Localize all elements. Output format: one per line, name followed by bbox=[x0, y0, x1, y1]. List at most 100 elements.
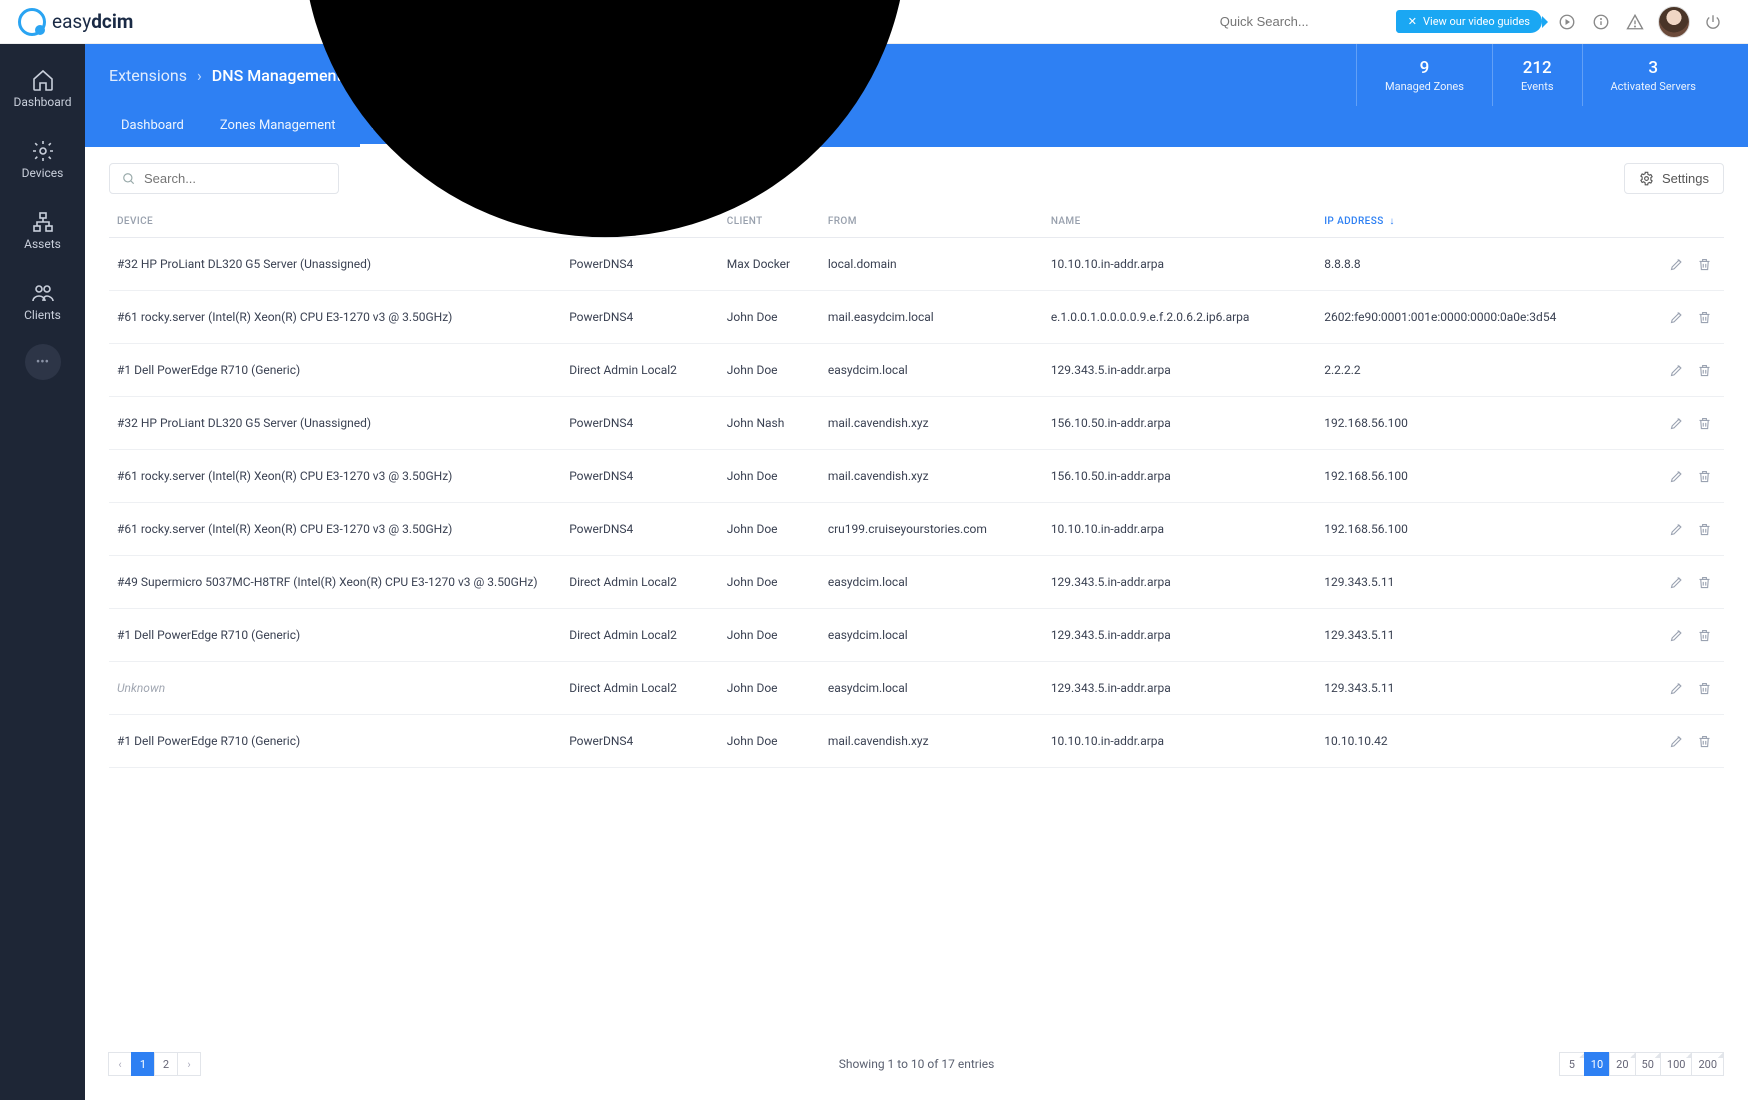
cell-device[interactable]: Unknown bbox=[109, 662, 561, 715]
info-icon[interactable] bbox=[1584, 5, 1618, 39]
avatar[interactable] bbox=[1658, 6, 1690, 38]
stat-activated-servers[interactable]: 3 Activated Servers bbox=[1582, 44, 1725, 106]
delete-button[interactable] bbox=[1690, 622, 1716, 648]
row-actions bbox=[1632, 503, 1724, 556]
sidebar-label: Devices bbox=[22, 166, 64, 180]
cell-server: Direct Admin Local2 bbox=[561, 662, 719, 715]
header-stats: 9 Managed Zones 212 Events 3 Activated S… bbox=[1356, 44, 1724, 106]
page-size-50[interactable]: 50 bbox=[1635, 1052, 1661, 1076]
cell-from: mail.cavendish.xyz bbox=[820, 715, 1043, 768]
pencil-icon bbox=[1664, 622, 1688, 648]
page-size-10[interactable]: 10 bbox=[1584, 1052, 1610, 1076]
cell-from: easydcim.local bbox=[820, 609, 1043, 662]
pencil-icon bbox=[1664, 569, 1688, 595]
trash-icon bbox=[1692, 251, 1716, 277]
alert-icon[interactable] bbox=[1618, 5, 1652, 39]
trash-icon bbox=[1692, 410, 1716, 436]
table-settings-button[interactable]: Settings bbox=[1624, 163, 1724, 194]
sidebar-more-button[interactable]: ••• bbox=[25, 344, 61, 380]
cell-from: easydcim.local bbox=[820, 662, 1043, 715]
page-size-200[interactable]: 200 bbox=[1691, 1052, 1724, 1076]
stat-events[interactable]: 212 Events bbox=[1492, 44, 1582, 106]
cell-device[interactable]: #1 Dell PowerEdge R710 (Generic) bbox=[109, 715, 561, 768]
row-actions bbox=[1632, 609, 1724, 662]
home-icon bbox=[31, 68, 55, 92]
sidebar-item-devices[interactable]: Devices bbox=[0, 127, 85, 192]
cell-server: PowerDNS4 bbox=[561, 715, 719, 768]
cell-name: 129.343.5.in-addr.arpa bbox=[1043, 556, 1316, 609]
table-footer: ‹ 12 › Showing 1 to 10 of 17 entries 510… bbox=[109, 1034, 1724, 1084]
edit-button[interactable] bbox=[1662, 463, 1688, 489]
sidebar: Dashboard Devices Assets Clients ••• bbox=[0, 0, 85, 1100]
search-icon bbox=[122, 172, 136, 186]
cell-name: 129.343.5.in-addr.arpa bbox=[1043, 609, 1316, 662]
cell-from: easydcim.local bbox=[820, 556, 1043, 609]
search-icon bbox=[173, 0, 1209, 540]
topbar: easydcim ✕ View our video guides bbox=[0, 0, 1748, 44]
delete-button[interactable] bbox=[1690, 728, 1716, 754]
pencil-icon bbox=[1664, 251, 1688, 277]
edit-button[interactable] bbox=[1662, 675, 1688, 701]
delete-button[interactable] bbox=[1690, 410, 1716, 436]
page-size-100[interactable]: 100 bbox=[1660, 1052, 1693, 1076]
page-size-5[interactable]: 5 bbox=[1559, 1052, 1585, 1076]
row-actions bbox=[1632, 715, 1724, 768]
people-icon bbox=[31, 281, 55, 305]
edit-button[interactable] bbox=[1662, 304, 1688, 330]
table-row: #1 Dell PowerEdge R710 (Generic)Direct A… bbox=[109, 609, 1724, 662]
cell-client: John Doe bbox=[719, 715, 820, 768]
sidebar-item-assets[interactable]: Assets bbox=[0, 198, 85, 263]
logo-text: easydcim bbox=[52, 10, 133, 33]
cell-name: 10.10.10.in-addr.arpa bbox=[1043, 715, 1316, 768]
edit-button[interactable] bbox=[1662, 410, 1688, 436]
edit-button[interactable] bbox=[1662, 357, 1688, 383]
power-icon[interactable] bbox=[1696, 5, 1730, 39]
row-actions bbox=[1632, 397, 1724, 450]
play-icon[interactable] bbox=[1550, 5, 1584, 39]
cell-device[interactable]: #1 Dell PowerEdge R710 (Generic) bbox=[109, 609, 561, 662]
col-actions bbox=[1632, 206, 1724, 238]
pencil-icon bbox=[1664, 463, 1688, 489]
row-actions bbox=[1632, 344, 1724, 397]
pencil-icon bbox=[1664, 516, 1688, 542]
pencil-icon bbox=[1664, 728, 1688, 754]
cell-client: John Doe bbox=[719, 556, 820, 609]
table-row: #1 Dell PowerEdge R710 (Generic)PowerDNS… bbox=[109, 715, 1724, 768]
sidebar-label: Assets bbox=[24, 237, 61, 251]
quick-search-input[interactable] bbox=[1220, 14, 1396, 29]
delete-button[interactable] bbox=[1690, 463, 1716, 489]
delete-button[interactable] bbox=[1690, 569, 1716, 595]
trash-icon bbox=[1692, 675, 1716, 701]
edit-button[interactable] bbox=[1662, 516, 1688, 542]
quick-search[interactable] bbox=[173, 0, 1395, 540]
edit-button[interactable] bbox=[1662, 569, 1688, 595]
delete-button[interactable] bbox=[1690, 675, 1716, 701]
edit-button[interactable] bbox=[1662, 251, 1688, 277]
delete-button[interactable] bbox=[1690, 251, 1716, 277]
edit-button[interactable] bbox=[1662, 622, 1688, 648]
cell-device[interactable]: #49 Supermicro 5037MC-H8TRF (Intel(R) Xe… bbox=[109, 556, 561, 609]
video-guide-button[interactable]: ✕ View our video guides bbox=[1396, 10, 1542, 33]
row-actions bbox=[1632, 238, 1724, 291]
cell-client: John Doe bbox=[719, 662, 820, 715]
sidebar-label: Clients bbox=[24, 308, 61, 322]
row-actions bbox=[1632, 450, 1724, 503]
next-page-button[interactable]: › bbox=[177, 1052, 201, 1076]
sidebar-item-dashboard[interactable]: Dashboard bbox=[0, 56, 85, 121]
prev-page-button[interactable]: ‹ bbox=[108, 1052, 132, 1076]
page-2[interactable]: 2 bbox=[154, 1052, 178, 1076]
row-actions bbox=[1632, 556, 1724, 609]
edit-button[interactable] bbox=[1662, 728, 1688, 754]
page-size-20[interactable]: 20 bbox=[1609, 1052, 1635, 1076]
delete-button[interactable] bbox=[1690, 516, 1716, 542]
network-icon bbox=[31, 210, 55, 234]
page-1[interactable]: 1 bbox=[131, 1052, 155, 1076]
trash-icon bbox=[1692, 304, 1716, 330]
trash-icon bbox=[1692, 357, 1716, 383]
logo[interactable]: easydcim bbox=[18, 8, 133, 36]
more-icon: ••• bbox=[36, 355, 49, 370]
delete-button[interactable] bbox=[1690, 304, 1716, 330]
gear-icon bbox=[1639, 171, 1654, 186]
sidebar-item-clients[interactable]: Clients bbox=[0, 269, 85, 334]
delete-button[interactable] bbox=[1690, 357, 1716, 383]
